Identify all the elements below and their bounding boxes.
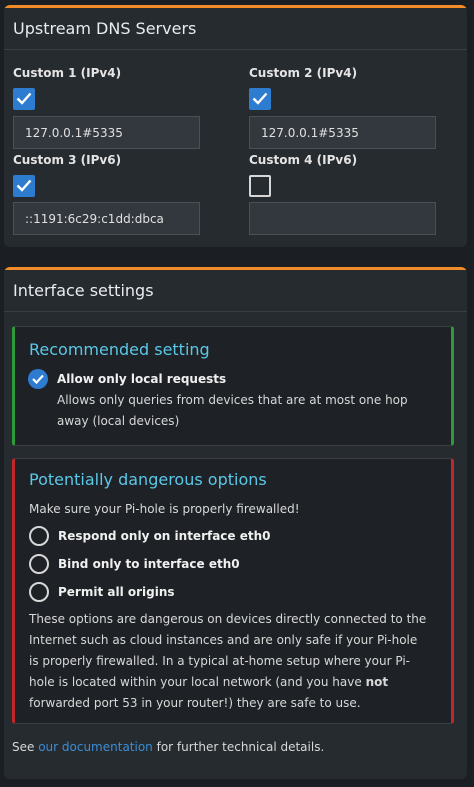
respond-eth0-label[interactable]: Respond only on interface eth0 [58,529,271,543]
firewall-warning: Make sure your Pi-hole is properly firew… [29,502,300,516]
interface-settings-card: Interface settings Recommended setting A… [4,267,467,779]
custom3-input[interactable]: ::1191:6c29:c1dd:dbca [13,202,200,235]
recommended-title: Recommended setting [29,340,210,359]
dangerous-note: These options are dangerous on devices d… [29,609,429,714]
recommended-setting-box: Recommended setting Allow only local req… [12,326,454,446]
custom1-input[interactable]: 127.0.0.1#5335 [13,116,200,149]
custom2-input[interactable]: 127.0.0.1#5335 [249,116,436,149]
note-text-bold: not [365,675,389,689]
dangerous-title: Potentially dangerous options [29,470,267,489]
checkmark-icon [16,179,32,192]
allow-local-description: Allows only queries from devices that ar… [57,393,408,428]
custom4-checkbox[interactable] [249,175,271,197]
note-text-after: forwarded port 53 in your router!) they … [29,696,361,710]
custom1-label: Custom 1 (IPv4) [13,66,122,80]
custom1-checkbox[interactable] [13,88,35,110]
footer-note: See our documentation for further techni… [12,740,324,754]
custom4-label: Custom 4 (IPv6) [249,153,358,167]
allow-local-radio[interactable] [28,369,48,389]
card-title: Upstream DNS Servers [4,8,467,50]
custom2-checkbox[interactable] [249,88,271,110]
upstream-dns-card: Upstream DNS Servers Custom 1 (IPv4) 127… [4,5,467,247]
documentation-link[interactable]: our documentation [38,740,153,754]
permit-all-radio[interactable] [29,582,49,602]
custom2-label: Custom 2 (IPv4) [249,66,358,80]
footer-prefix: See [12,740,39,754]
checkmark-icon [16,92,32,105]
bind-eth0-label[interactable]: Bind only to interface eth0 [58,557,240,571]
custom3-checkbox[interactable] [13,175,35,197]
custom4-input[interactable] [249,202,436,235]
permit-all-label[interactable]: Permit all origins [58,585,175,599]
footer-suffix: for further technical details. [152,740,325,754]
allow-local-label[interactable]: Allow only local requests [57,372,226,386]
respond-eth0-radio[interactable] [29,526,49,546]
custom3-label: Custom 3 (IPv6) [13,153,122,167]
card-title: Interface settings [4,270,467,312]
dangerous-options-box: Potentially dangerous options Make sure … [12,458,454,724]
bind-eth0-radio[interactable] [29,554,49,574]
checkmark-icon [32,374,44,384]
checkmark-icon [252,92,268,105]
